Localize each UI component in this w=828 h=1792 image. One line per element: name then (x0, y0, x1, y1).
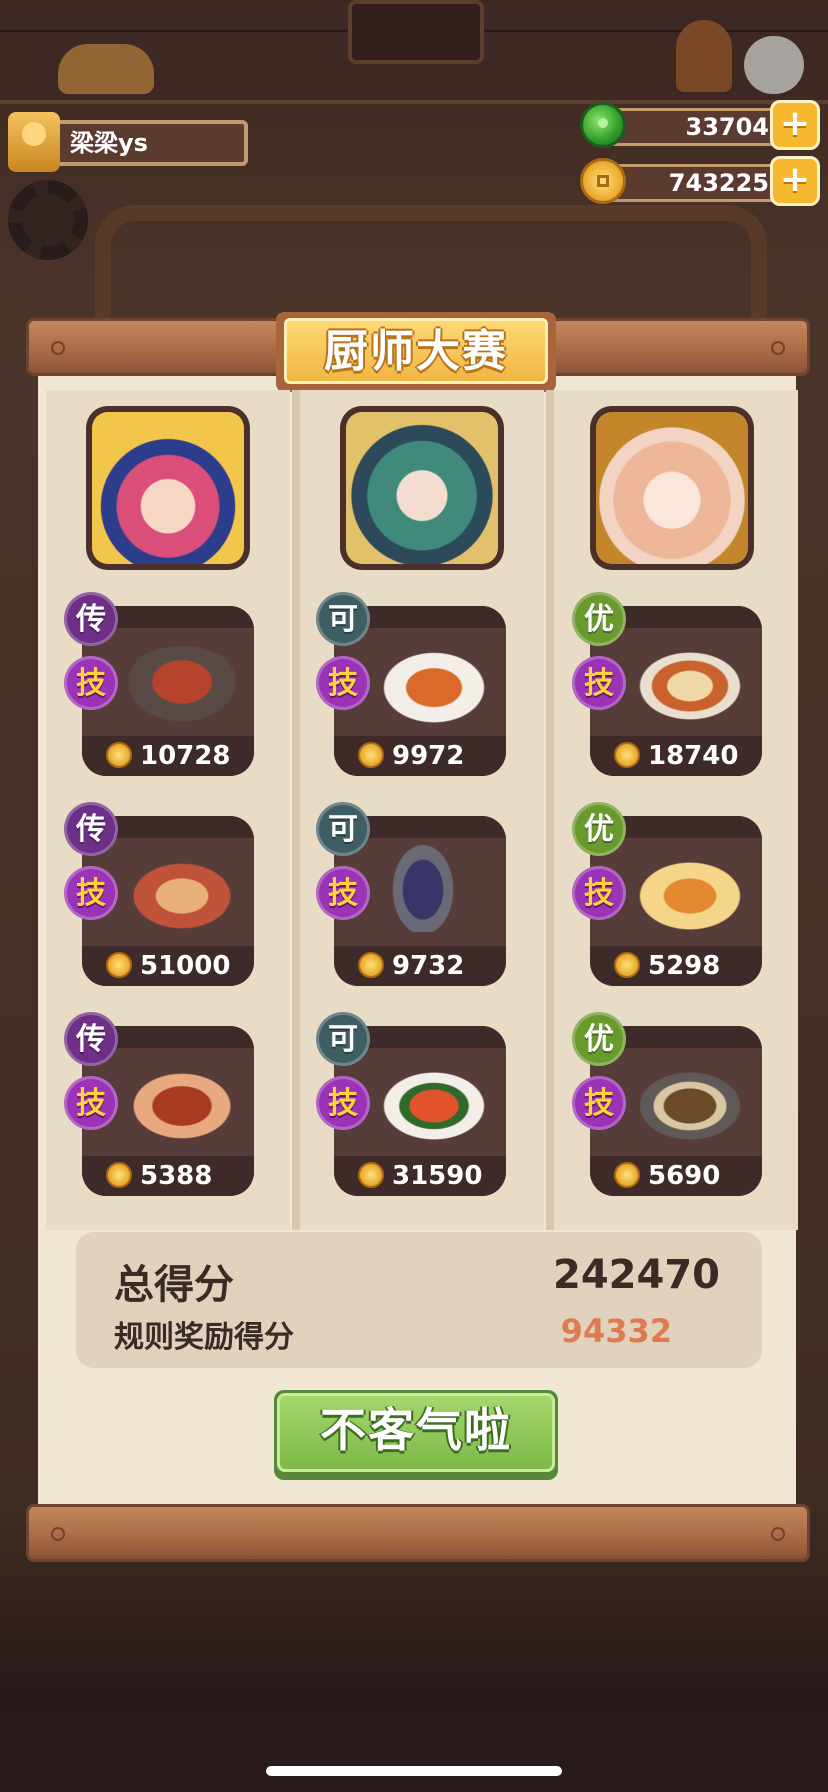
coin-icon (106, 1161, 132, 1188)
chef-avatar[interactable] (590, 406, 754, 570)
nail-icon (51, 341, 65, 355)
coin-icon (614, 1161, 640, 1188)
modal-title-plaque: 厨师大赛 (276, 312, 556, 392)
confirm-button-label: 不客气啦 (277, 1393, 555, 1472)
dish-image (374, 646, 494, 726)
dish-price-value: 51000 (140, 951, 231, 981)
dish-price: 51000 (106, 948, 230, 984)
chef-portrait (92, 412, 244, 564)
dish-price: 18740 (614, 738, 738, 774)
dish-price: 9972 (358, 738, 464, 774)
total-score-label: 总得分 (114, 1262, 234, 1308)
dish-image (122, 856, 242, 936)
jade-currency: 33704 + (580, 100, 820, 150)
dish-image (388, 838, 458, 932)
nail-icon (51, 1527, 65, 1541)
column-divider (546, 390, 554, 1230)
dish-image (122, 646, 242, 726)
rank-badge: 传 (64, 592, 118, 646)
skill-badge[interactable]: 技 (64, 1076, 118, 1130)
coin-icon (580, 158, 626, 204)
dish-price: 9732 (358, 948, 464, 984)
dish-price-value: 18740 (648, 741, 739, 771)
skill-badge[interactable]: 技 (316, 866, 370, 920)
dish-image (630, 1066, 750, 1146)
coin-icon (614, 951, 640, 978)
chef-avatar[interactable] (340, 406, 504, 570)
total-score-value: 242470 (553, 1252, 720, 1298)
coin-icon (358, 741, 384, 768)
dish-price: 5388 (106, 1158, 212, 1194)
bonus-score-label: 规则奖励得分 (114, 1320, 294, 1355)
coin-icon (358, 1161, 384, 1188)
skill-badge[interactable]: 技 (316, 1076, 370, 1130)
dish-price-value: 31590 (392, 1161, 483, 1191)
dish-price-value: 5388 (140, 1161, 213, 1191)
chef-portrait (346, 412, 498, 564)
add-coin-button[interactable]: + (770, 156, 820, 206)
skill-badge[interactable]: 技 (64, 656, 118, 710)
nail-icon (771, 341, 785, 355)
modal-title: 厨师大赛 (284, 318, 548, 384)
jade-amount: 33704 (602, 108, 798, 146)
jade-icon (580, 102, 626, 148)
chef-portrait (596, 412, 748, 564)
dish-image (122, 1066, 242, 1146)
dish-image (630, 646, 750, 726)
coin-icon (106, 741, 132, 768)
dish-price-value: 5690 (648, 1161, 721, 1191)
skill-badge[interactable]: 技 (316, 656, 370, 710)
rank-badge: 传 (64, 802, 118, 856)
bonus-score-value: 94332 (560, 1312, 672, 1350)
scroll-rod-bottom (26, 1504, 810, 1562)
score-summary: 总得分 242470 规则奖励得分 94332 (76, 1232, 762, 1368)
rank-badge: 优 (572, 592, 626, 646)
coin-amount: 743225 (602, 164, 798, 202)
player-info[interactable]: 梁梁ys (8, 112, 248, 172)
rank-badge: 可 (316, 1012, 370, 1066)
home-indicator[interactable] (266, 1766, 562, 1776)
dish-image (630, 856, 750, 936)
column-divider (292, 390, 300, 1230)
rank-badge: 可 (316, 592, 370, 646)
player-name: 梁梁ys (44, 120, 248, 166)
dish-price: 31590 (358, 1158, 482, 1194)
skill-badge[interactable]: 技 (572, 1076, 626, 1130)
skill-badge[interactable]: 技 (572, 656, 626, 710)
dish-price-value: 9732 (392, 951, 465, 981)
dish-image (374, 1066, 494, 1146)
chef-avatar[interactable] (86, 406, 250, 570)
dish-price-value: 9972 (392, 741, 465, 771)
dish-price: 5690 (614, 1158, 720, 1194)
coin-icon (614, 741, 640, 768)
dish-price-value: 10728 (140, 741, 231, 771)
coin-icon (106, 951, 132, 978)
rank-badge: 优 (572, 802, 626, 856)
player-avatar (8, 112, 60, 172)
rank-badge: 可 (316, 802, 370, 856)
confirm-button[interactable]: 不客气啦 (274, 1390, 558, 1480)
nail-icon (771, 1527, 785, 1541)
dish-price: 10728 (106, 738, 230, 774)
add-jade-button[interactable]: + (770, 100, 820, 150)
skill-badge[interactable]: 技 (572, 866, 626, 920)
coin-currency: 743225 + (580, 156, 820, 206)
dish-price: 5298 (614, 948, 720, 984)
dish-price-value: 5298 (648, 951, 721, 981)
coin-icon (358, 951, 384, 978)
rank-badge: 优 (572, 1012, 626, 1066)
rank-badge: 传 (64, 1012, 118, 1066)
skill-badge[interactable]: 技 (64, 866, 118, 920)
